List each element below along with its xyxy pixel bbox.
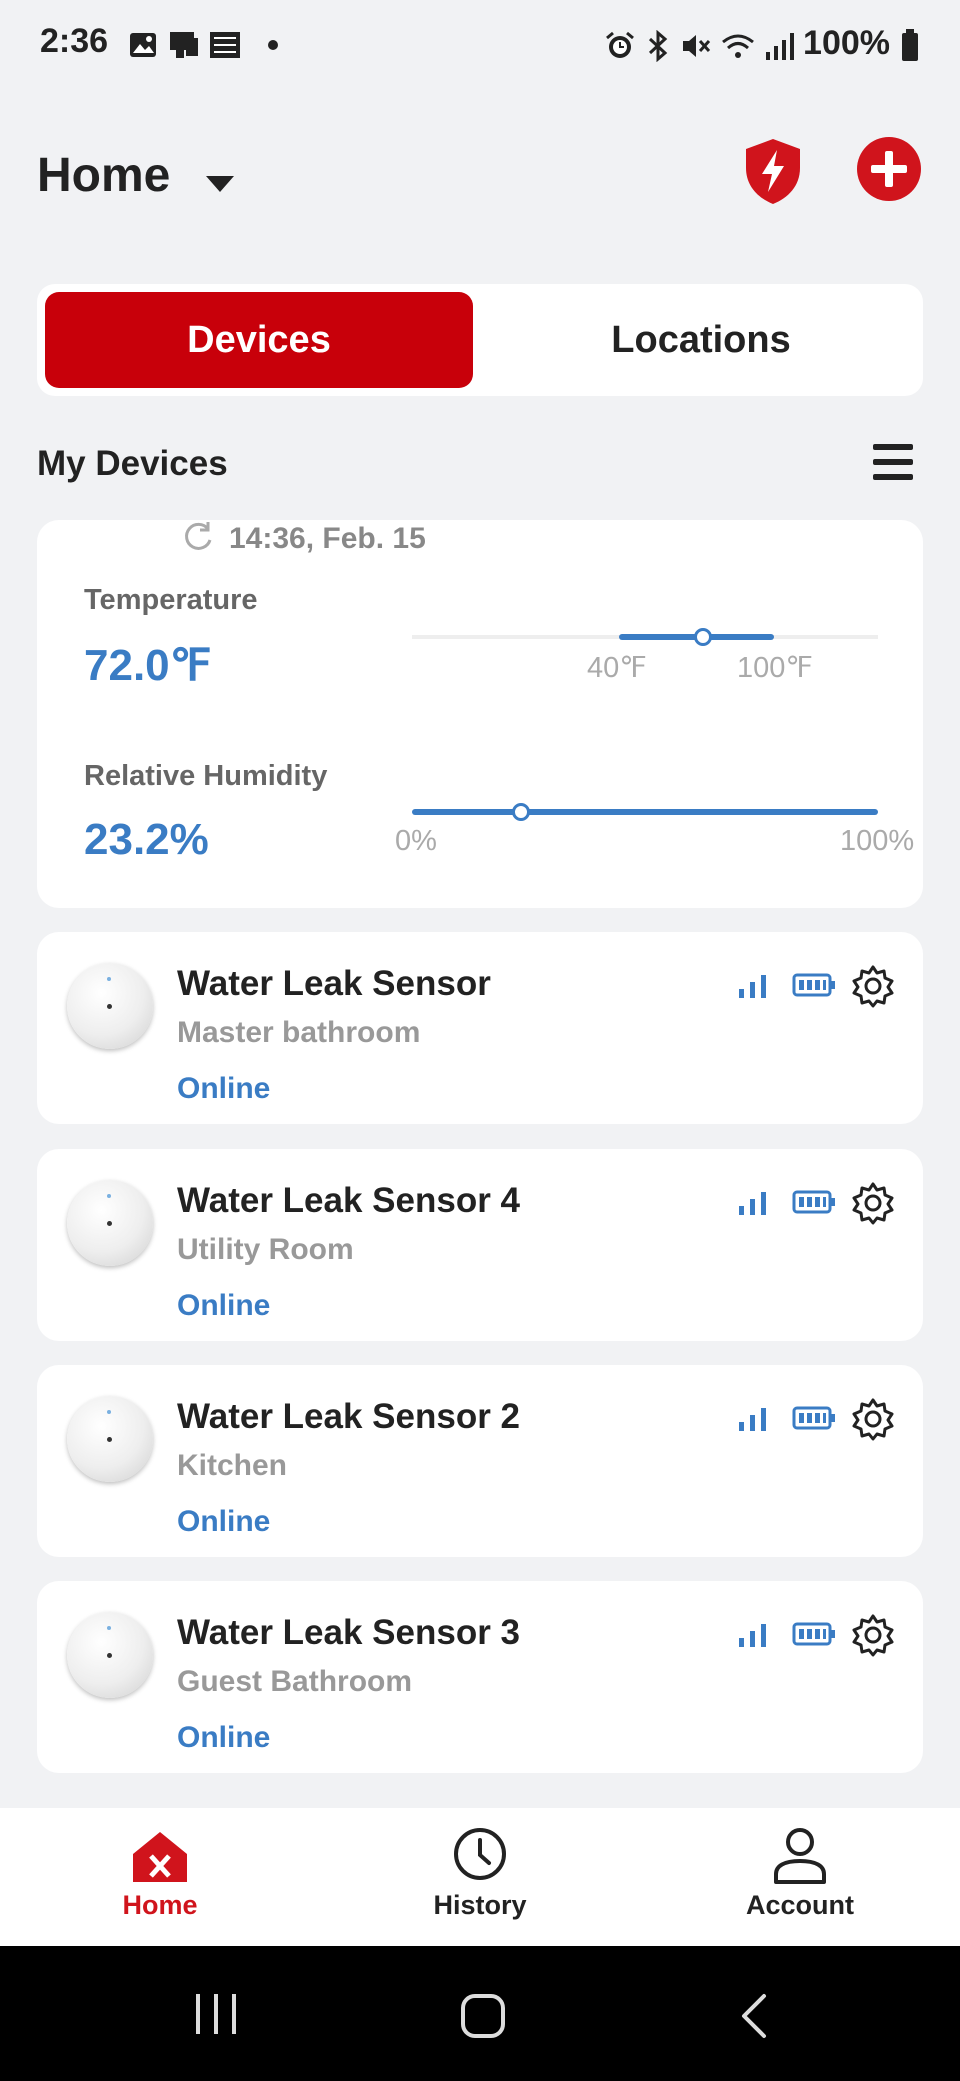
humidity-track	[412, 809, 878, 815]
device-location: Kitchen	[177, 1449, 288, 1482]
notification-icon	[210, 32, 240, 58]
humidity-max-label: 100%	[840, 825, 915, 857]
humidity-value: 23.2%	[84, 815, 209, 864]
chevron-down-icon[interactable]	[206, 176, 234, 192]
device-location: Utility Room	[177, 1233, 354, 1266]
temperature-label: Temperature	[84, 584, 258, 616]
device-name: Water Leak Sensor	[177, 964, 491, 1003]
humidity-min-label: 0%	[395, 825, 437, 857]
section-title: My Devices	[37, 444, 228, 483]
nav-home-label: Home	[122, 1890, 198, 1920]
shield-bolt-icon[interactable]	[742, 136, 804, 206]
tab-locations[interactable]: Locations	[487, 292, 915, 388]
device-status: Online	[177, 1505, 271, 1538]
nav-history[interactable]: History	[320, 1808, 640, 1946]
signal-icon	[739, 1192, 766, 1215]
add-icon[interactable]	[856, 136, 922, 202]
recent-apps-icon[interactable]	[192, 1992, 240, 2036]
battery-icon	[792, 1190, 835, 1214]
back-icon[interactable]	[736, 1992, 772, 2040]
gear-icon[interactable]	[851, 1181, 895, 1225]
humidity-label: Relative Humidity	[84, 760, 328, 792]
clock-icon	[454, 1828, 506, 1880]
person-icon	[774, 1828, 826, 1884]
device-status: Online	[177, 1721, 271, 1754]
nav-account[interactable]: Account	[640, 1808, 960, 1946]
home-icon	[133, 1832, 187, 1882]
temperature-value: 72.0℉	[84, 641, 212, 690]
device-card[interactable]: Water Leak Sensor Master bathroom Online	[37, 932, 923, 1124]
alarm-icon	[606, 31, 634, 58]
gallery-icon	[130, 33, 156, 57]
tab-devices[interactable]: Devices	[45, 292, 473, 388]
battery-icon	[792, 1622, 835, 1646]
device-name: Water Leak Sensor 3	[177, 1613, 521, 1652]
wifi-icon	[722, 34, 754, 58]
page-title: Home	[37, 149, 171, 202]
device-card[interactable]: Water Leak Sensor 3 Guest Bathroom Onlin…	[37, 1581, 923, 1773]
device-avatar	[67, 1396, 153, 1482]
battery-percent: 100%	[803, 24, 890, 62]
device-status: Online	[177, 1072, 271, 1105]
gear-icon[interactable]	[851, 1613, 895, 1657]
updated-time: 14:36, Feb. 15	[229, 522, 426, 555]
device-card[interactable]: Water Leak Sensor 4 Utility Room Online	[37, 1149, 923, 1341]
tab-devices-label: Devices	[187, 318, 331, 361]
battery-icon	[902, 29, 918, 61]
bottom-nav: Home History Account	[0, 1808, 960, 1946]
notification-icon	[170, 32, 198, 58]
battery-icon	[792, 973, 835, 997]
bluetooth-icon	[648, 30, 668, 62]
humidity-marker	[512, 803, 530, 821]
nav-account-label: Account	[746, 1890, 854, 1920]
status-time: 2:36	[40, 22, 109, 60]
temperature-marker	[694, 628, 712, 646]
device-card[interactable]: Water Leak Sensor 2 Kitchen Online	[37, 1365, 923, 1557]
view-toggle: Devices Locations	[37, 284, 923, 396]
device-avatar	[67, 1180, 153, 1266]
device-location: Master bathroom	[177, 1016, 421, 1049]
nav-home[interactable]: Home	[0, 1808, 320, 1946]
device-status: Online	[177, 1289, 271, 1322]
temperature-min-label: 40℉	[587, 652, 647, 684]
menu-icon[interactable]	[871, 442, 915, 482]
signal-icon	[739, 1624, 766, 1647]
signal-icon	[739, 1408, 766, 1431]
device-location: Guest Bathroom	[177, 1665, 413, 1698]
tab-locations-label: Locations	[611, 318, 791, 361]
device-avatar	[67, 963, 153, 1049]
temperature-max-label: 100℉	[737, 652, 813, 684]
battery-icon	[792, 1406, 835, 1430]
signal-icon	[739, 975, 766, 998]
gear-icon[interactable]	[851, 1397, 895, 1441]
status-bar: 2:36 100%	[0, 0, 960, 90]
nav-history-label: History	[433, 1890, 527, 1920]
more-notifications-dot	[268, 40, 278, 50]
climate-card[interactable]: 14:36, Feb. 15 Temperature 72.0℉ 40℉ 100…	[37, 520, 923, 908]
mute-icon	[683, 35, 711, 57]
home-button-icon[interactable]	[459, 1992, 507, 2040]
signal-icon	[766, 33, 794, 60]
device-name: Water Leak Sensor 2	[177, 1397, 521, 1436]
system-nav-bar	[0, 1946, 960, 2081]
device-name: Water Leak Sensor 4	[177, 1181, 521, 1220]
gear-icon[interactable]	[851, 964, 895, 1008]
refresh-icon[interactable]	[181, 520, 215, 554]
home-selector[interactable]: Home	[37, 148, 170, 203]
device-avatar	[67, 1612, 153, 1698]
